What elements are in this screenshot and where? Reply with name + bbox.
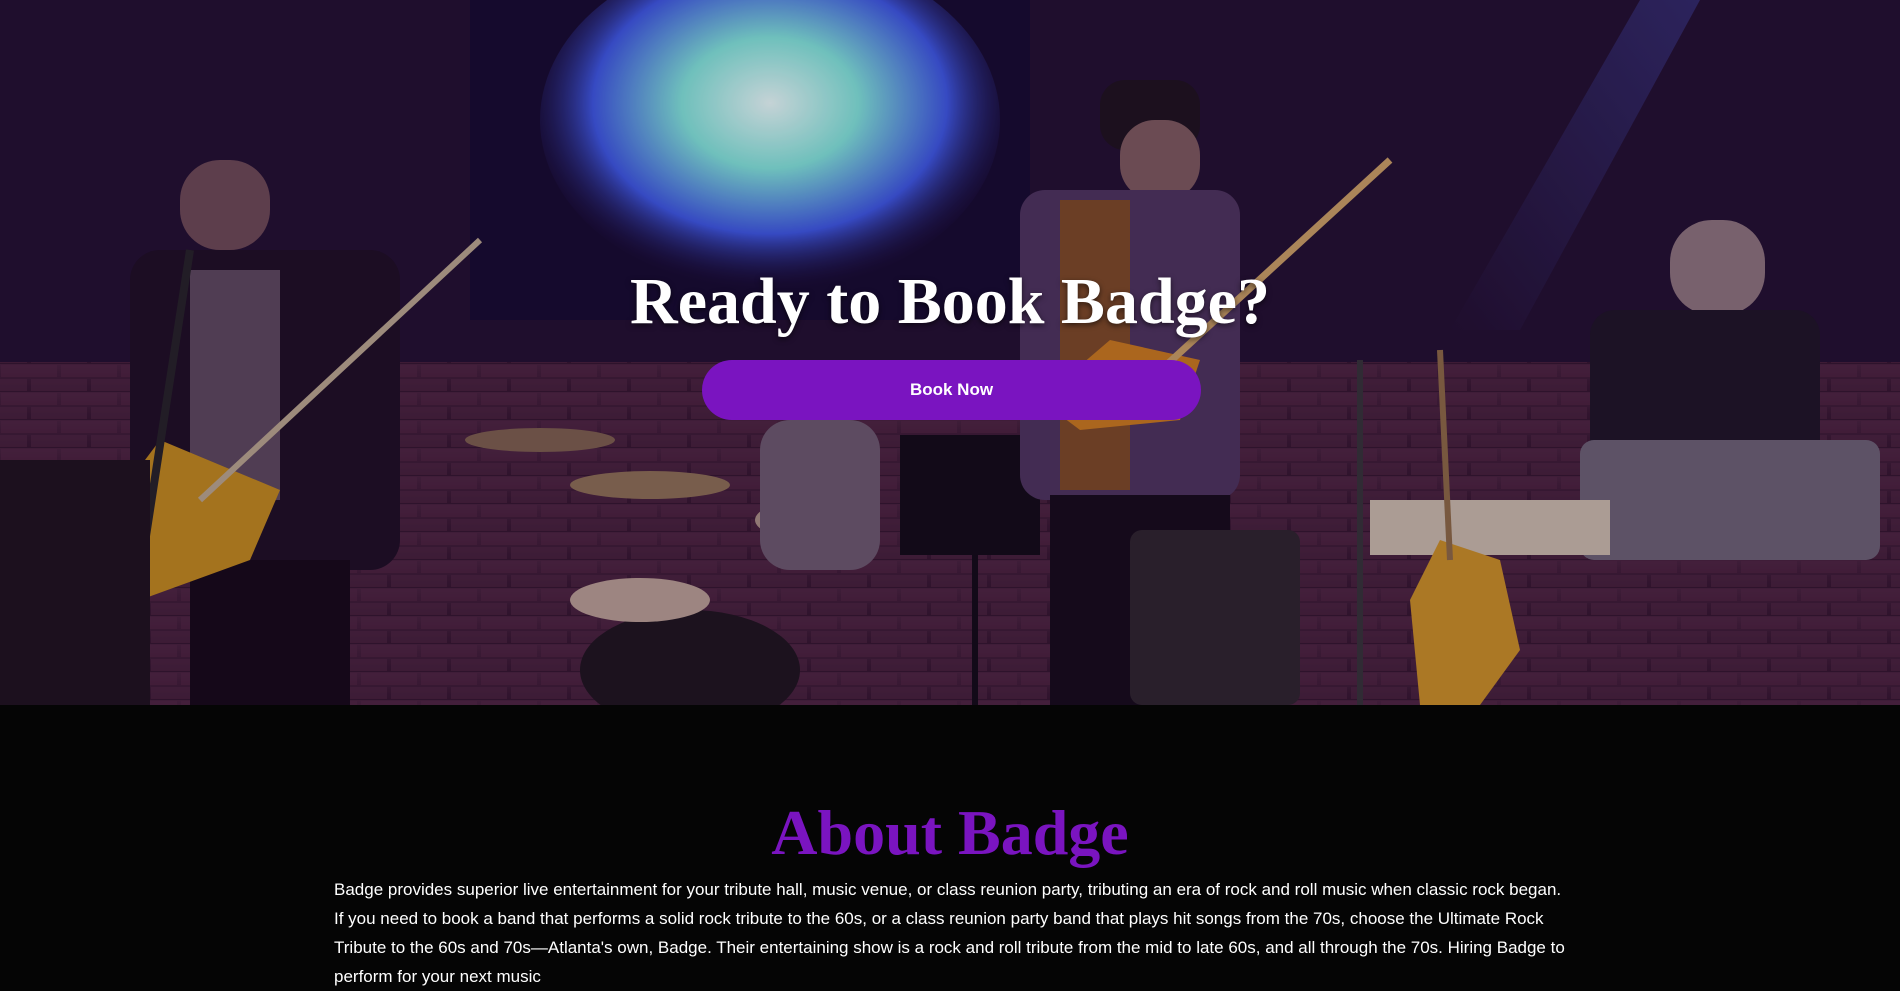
hero-section: Ready to Book Badge? Book Now — [0, 0, 1900, 705]
hero-title: Ready to Book Badge? — [630, 265, 1270, 338]
about-title: About Badge — [771, 797, 1129, 868]
hero-overlay — [0, 0, 1900, 705]
about-paragraph: Badge provides superior live entertainme… — [334, 880, 1565, 986]
book-now-button[interactable]: Book Now — [702, 360, 1201, 420]
about-section: About Badge Badge provides superior live… — [0, 705, 1900, 986]
